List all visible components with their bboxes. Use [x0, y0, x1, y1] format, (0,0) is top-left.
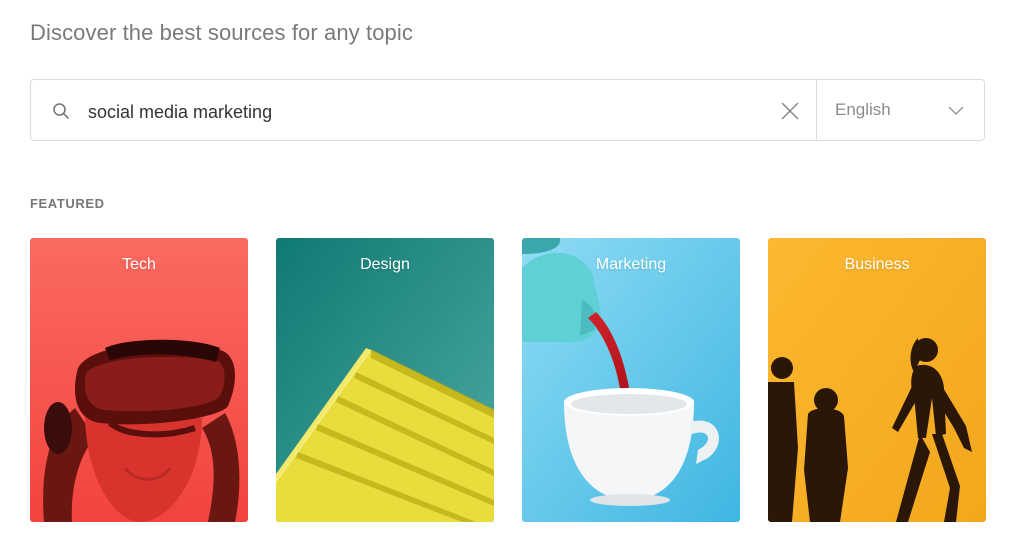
- featured-card-business[interactable]: Business: [768, 238, 986, 522]
- featured-section-label: FEATURED: [30, 196, 105, 211]
- language-select-value: English: [835, 100, 891, 119]
- page-title: Discover the best sources for any topic: [30, 20, 413, 45]
- design-card-image: [276, 238, 494, 522]
- tech-card-image: [30, 238, 248, 522]
- featured-card-tech[interactable]: Tech: [30, 238, 248, 522]
- marketing-card-image: [522, 238, 740, 522]
- featured-card-marketing[interactable]: Marketing: [522, 238, 740, 522]
- card-label-design: Design: [360, 256, 410, 273]
- card-label-business: Business: [844, 256, 910, 273]
- search-icon: [53, 103, 69, 119]
- featured-card-design[interactable]: Design: [276, 238, 494, 522]
- card-label-marketing: Marketing: [595, 256, 667, 273]
- business-card-image: [768, 238, 986, 522]
- search-bar: English: [30, 79, 985, 141]
- chevron-down-icon: [948, 106, 964, 116]
- close-icon[interactable]: [777, 98, 803, 124]
- card-label-tech: Tech: [122, 256, 156, 273]
- search-input[interactable]: [86, 94, 770, 130]
- language-select[interactable]: English: [817, 80, 984, 140]
